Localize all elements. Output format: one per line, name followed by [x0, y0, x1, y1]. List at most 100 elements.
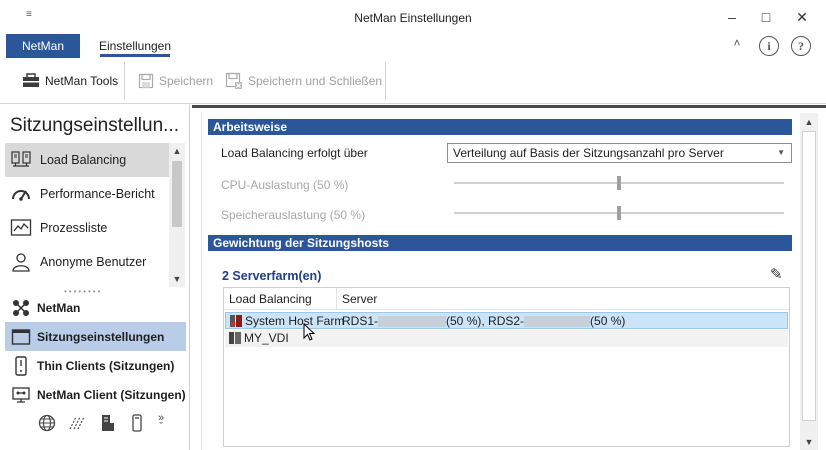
chart-icon — [10, 219, 32, 236]
scroll-up-icon[interactable]: ▲ — [169, 143, 185, 159]
category-label: NetMan Client (Sitzungen) — [37, 387, 186, 402]
minimize-button[interactable]: – — [714, 6, 750, 28]
edit-pencil-icon[interactable]: ✎ — [770, 265, 783, 283]
category-netman[interactable]: NetMan — [5, 293, 186, 322]
server-farm-icon — [230, 315, 242, 327]
server-1-name: RDS1- — [342, 314, 379, 328]
thin-client-icon — [15, 355, 27, 376]
help-icon: ? — [791, 36, 811, 56]
nav-overflow-icons: » ˇ — [38, 413, 164, 433]
category-label: NetMan — [37, 300, 81, 315]
globe-icon[interactable] — [38, 414, 56, 432]
ribbon-collapse-icon[interactable]: ˄ — [729, 36, 745, 50]
toolbar-separator — [124, 62, 125, 100]
farm-name-cell: MY_VDI — [228, 330, 289, 346]
nav-item-label: Performance-Bericht — [40, 187, 155, 201]
toolbar-separator — [385, 62, 386, 100]
close-button[interactable]: ✕ — [784, 6, 820, 28]
scroll-down-icon[interactable]: ▼ — [169, 271, 185, 287]
serverfarm-count: 2 Serverfarm(en) — [222, 269, 322, 283]
redacted-text — [524, 315, 591, 327]
title-bar: ≡ NetMan Einstellungen – □ ✕ — [0, 0, 826, 34]
section-gewichtung: Gewichtung der Sitzungshosts — [208, 235, 792, 251]
network-icon — [12, 386, 30, 403]
section-arbeitsweise: Arbeitsweise — [208, 119, 792, 135]
category-sitzungseinstellungen[interactable]: Sitzungseinstellungen — [5, 322, 186, 351]
nav-item-label: Anonyme Benutzer — [40, 255, 147, 269]
main-panel: Arbeitsweise Load Balancing erfolgt über… — [192, 105, 826, 450]
scroll-down-icon[interactable]: ▼ — [800, 433, 818, 450]
memory-slider[interactable] — [454, 206, 784, 220]
nav-item-prozessliste[interactable]: Prozessliste — [5, 211, 171, 245]
save-close-label: Speichern und Schließen — [248, 74, 383, 88]
farm-name: MY_VDI — [244, 331, 289, 345]
serverfarm-table: Load Balancing Server System Host Farm R… — [223, 287, 790, 447]
farm-name: System Host Farm — [245, 314, 345, 328]
nav-item-load-balancing[interactable]: Load Balancing — [5, 143, 171, 177]
slider-knob[interactable] — [617, 176, 621, 190]
load-balancing-select[interactable]: Verteilung auf Basis der Sitzungsanzahl … — [447, 143, 792, 163]
tab-netman[interactable]: NetMan — [6, 34, 80, 58]
memory-label: Speicherauslastung (50 %) — [221, 208, 366, 222]
ribbon-tabs: NetMan Einstellungen ˄ i ? — [0, 34, 826, 58]
scroll-up-icon[interactable]: ▲ — [800, 113, 818, 130]
save-close-icon — [225, 72, 242, 89]
category-thin-clients[interactable]: Thin Clients (Sitzungen) — [5, 351, 186, 380]
mouse-cursor-icon — [303, 323, 315, 341]
scrollbar-thumb[interactable] — [172, 161, 182, 227]
chevron-down-icon: ▼ — [777, 148, 785, 157]
window-title: NetMan Einstellungen — [354, 11, 472, 25]
nav-list: Load Balancing Performance-Bericht Proze… — [5, 143, 171, 287]
speedometer-icon — [12, 190, 30, 201]
table-header: Load Balancing Server — [224, 288, 789, 310]
server-weights: (50 %), RDS2- — [446, 314, 525, 328]
info-icon: i — [759, 36, 779, 56]
window-icon — [11, 328, 31, 345]
column-load-balancing[interactable]: Load Balancing — [224, 288, 337, 310]
nav-item-anonyme-benutzer[interactable]: Anonyme Benutzer — [5, 245, 171, 279]
left-navigation: Sitzungseinstellun... Load Balancing Per… — [0, 105, 190, 450]
nav-heading: Sitzungseinstellun... — [10, 115, 179, 136]
load-balancing-label: Load Balancing erfolgt über — [221, 146, 368, 160]
save-button[interactable]: Speichern — [138, 70, 213, 92]
nav-item-label: Prozessliste — [40, 221, 108, 235]
vdi-farm-icon — [229, 332, 241, 344]
category-label: Sitzungseinstellungen — [37, 329, 165, 344]
tools-icon — [23, 73, 39, 87]
redacted-text — [378, 315, 447, 327]
column-server[interactable]: Server — [337, 288, 789, 310]
ribbon-toolbar: NetMan Tools Speichern Speichern und Sch… — [0, 58, 826, 104]
cpu-slider[interactable] — [454, 176, 784, 190]
save-and-close-button[interactable]: Speichern und Schließen — [225, 70, 382, 92]
panel-top-border — [192, 105, 826, 108]
tab-einstellungen[interactable]: Einstellungen — [90, 34, 180, 58]
settings-content: Arbeitsweise Load Balancing erfolgt über… — [201, 113, 798, 450]
help-button[interactable]: ? — [791, 36, 811, 56]
main-scrollbar[interactable]: ▲ ▼ — [800, 113, 818, 450]
mobile-icon[interactable] — [128, 414, 146, 432]
save-icon — [138, 73, 154, 89]
farm-name-cell: System Host Farm — [229, 313, 344, 329]
maximize-button[interactable]: □ — [748, 6, 784, 28]
nav-list-scrollbar[interactable]: ▲ ▼ — [169, 143, 185, 287]
load-balancing-icon — [11, 151, 31, 167]
slider-knob[interactable] — [617, 206, 621, 220]
more-options-icon[interactable]: » ˇ — [158, 413, 164, 433]
netman-tools-label: NetMan Tools — [45, 74, 119, 88]
category-netman-client[interactable]: NetMan Client (Sitzungen) — [5, 380, 186, 409]
scrollbar-thumb[interactable] — [802, 131, 816, 421]
load-balancing-select-value: Verteilung auf Basis der Sitzungsanzahl … — [453, 146, 724, 160]
save-label: Speichern — [159, 74, 214, 88]
server-cell: RDS1- (50 %), RDS2- (50 %) — [342, 313, 625, 329]
netman-icon — [13, 299, 29, 316]
server-icon[interactable] — [98, 414, 116, 432]
category-label: Thin Clients (Sitzungen) — [37, 358, 175, 373]
user-icon — [12, 253, 30, 272]
server-2-weight: (50 %) — [590, 314, 626, 328]
cpu-label: CPU-Auslastung (50 %) — [221, 178, 349, 192]
info-button[interactable]: i — [759, 36, 779, 56]
row-background — [337, 330, 788, 346]
nav-item-performance-bericht[interactable]: Performance-Bericht — [5, 177, 171, 211]
pattern-icon[interactable] — [68, 414, 86, 432]
netman-tools-button[interactable]: NetMan Tools — [22, 70, 118, 92]
